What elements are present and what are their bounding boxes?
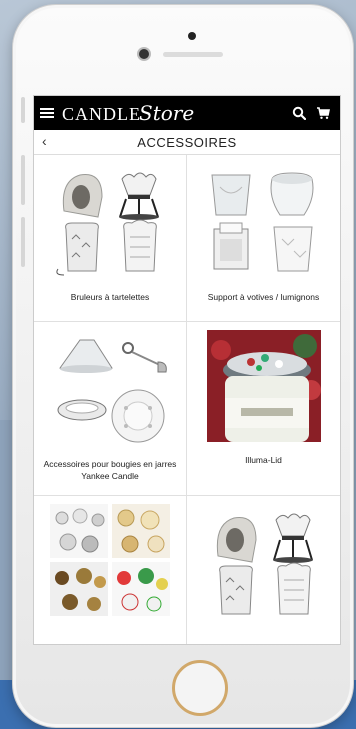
chevron-left-icon[interactable]: ‹ [42,133,47,149]
volume-up-button [21,155,25,205]
cart-icon[interactable] [316,106,330,120]
category-header: ‹ ACCESSOIRES [34,130,340,155]
category-tile-tart-burners[interactable]: Bruleurs à tartelettes [34,155,187,322]
category-grid: Bruleurs à tartelettes Support à votives… [34,155,340,644]
page-title: ACCESSOIRES [137,134,237,150]
category-tile-tart-burners-2[interactable] [187,496,340,644]
category-label: Bruleurs à tartelettes [70,292,150,302]
votive-holders-image [210,172,313,272]
logo-script-text: Store [139,101,195,125]
category-label: Illuma-Lid [245,455,282,465]
tart-burners-image [56,172,159,276]
category-tile-collection[interactable] [34,496,187,644]
mute-switch [21,97,25,123]
illuma-lid-image [206,330,321,442]
hamburger-icon[interactable] [40,108,54,118]
volume-down-button [21,217,25,267]
category-label: Support à votives / lumignons [207,292,320,302]
jar-accessories-image [57,339,167,443]
collection-image [50,504,170,616]
category-tile-jar-accessories[interactable]: Accessoires pour bougies en jarres Yanke… [34,322,187,496]
top-navigation: CANDLE Store [34,96,340,130]
speaker [163,52,223,57]
tart-burners-image-2 [216,513,313,615]
category-tile-illuma-lid[interactable]: Illuma-Lid [187,322,340,496]
app-screen: CANDLE Store ‹ ACCESSOIRES Bruleurs à ta… [33,95,341,645]
home-button[interactable] [172,660,228,716]
logo-main-text: CANDLE [62,104,141,124]
search-icon[interactable] [292,106,306,120]
front-camera [139,49,149,59]
category-tile-votive-holders[interactable]: Support à votives / lumignons [187,155,340,322]
store-logo[interactable]: CANDLE Store [62,101,194,125]
earpiece [188,32,196,40]
category-label: Accessoires pour bougies en jarres Yanke… [43,459,177,481]
